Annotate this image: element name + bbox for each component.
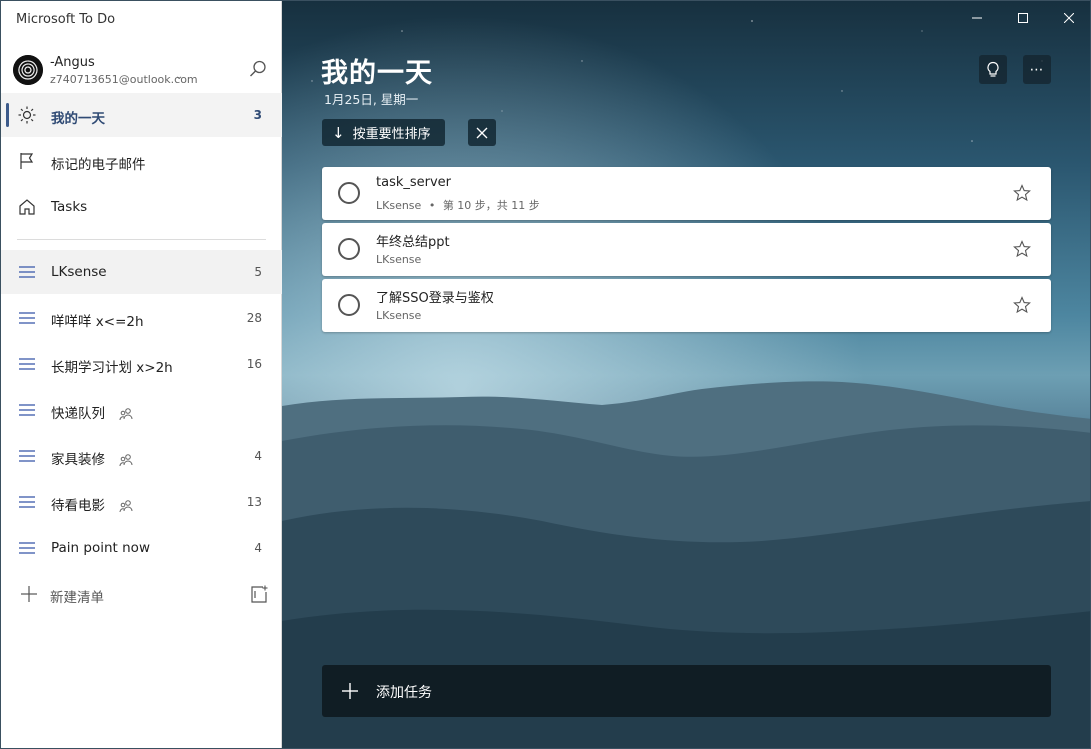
complete-checkbox[interactable] xyxy=(338,182,360,204)
ellipsis-icon: ⋯ xyxy=(1029,61,1045,78)
sidebar-divider xyxy=(17,239,266,240)
sidebar-item-label: 标记的电子邮件 xyxy=(51,157,146,173)
sidebar-item-list[interactable]: 待看电影 13 xyxy=(1,480,282,524)
sidebar-item-label: 快递队列 xyxy=(51,406,105,422)
background-image xyxy=(282,1,1090,748)
sidebar-item-list[interactable]: LKsense 5 xyxy=(1,250,282,294)
new-group-icon[interactable] xyxy=(249,584,269,604)
sidebar-item-count: 3 xyxy=(253,108,262,122)
page-title: 我的一天 xyxy=(321,58,433,89)
account-switcher[interactable]: -Angus z740713651@outlook.com ⌄ xyxy=(1,49,282,93)
task-row[interactable]: task_server LKsense • 第 10 步，共 11 步 xyxy=(322,167,1051,220)
arrow-down-icon: ↓ xyxy=(332,123,345,142)
new-list-button[interactable]: 新建清单 xyxy=(1,572,282,616)
sidebar-item-count: 4 xyxy=(254,541,262,555)
list-icon xyxy=(19,266,35,278)
plus-icon xyxy=(21,586,37,602)
task-list-name: LKsense xyxy=(376,309,422,322)
close-icon xyxy=(476,127,488,138)
star-icon[interactable] xyxy=(1013,240,1031,258)
page-date: 1月25日, 星期一 xyxy=(324,92,419,107)
flag-icon xyxy=(20,153,34,169)
task-title: 年终总结ppt xyxy=(376,235,450,250)
list-icon xyxy=(19,358,35,370)
task-list-name: LKsense xyxy=(376,253,422,266)
account-name: -Angus xyxy=(50,55,95,70)
sidebar-item-list[interactable]: 快递队列 xyxy=(1,388,282,432)
sidebar-item-count: 4 xyxy=(254,449,262,463)
sun-icon xyxy=(18,106,36,124)
sidebar-item-count: 16 xyxy=(246,357,262,371)
sidebar-item-count: 13 xyxy=(246,495,262,509)
list-icon xyxy=(19,496,35,508)
sidebar-item-my-day[interactable]: 我的一天 3 xyxy=(1,93,282,137)
window-controls xyxy=(954,1,1090,35)
minimize-button[interactable] xyxy=(954,1,1000,35)
add-task-label: 添加任务 xyxy=(376,685,432,701)
sidebar-item-flagged-email[interactable]: 标记的电子邮件 xyxy=(1,139,282,183)
chevron-down-icon: ⌄ xyxy=(175,71,184,82)
app-window: Microsoft To Do -Angus z740713651@outloo… xyxy=(0,0,1091,749)
sidebar-item-list[interactable]: 长期学习计划 x>2h 16 xyxy=(1,342,282,386)
sidebar-item-list[interactable]: Pain point now 4 xyxy=(1,526,282,570)
list-icon xyxy=(19,542,35,554)
add-task-input[interactable]: 添加任务 xyxy=(322,665,1051,717)
suggestions-button[interactable] xyxy=(979,55,1007,84)
complete-checkbox[interactable] xyxy=(338,238,360,260)
sidebar-item-count: 5 xyxy=(254,265,262,279)
search-icon[interactable] xyxy=(248,59,268,79)
shared-people-icon xyxy=(119,408,133,421)
task-row[interactable]: 了解SSO登录与鉴权 LKsense xyxy=(322,279,1051,332)
sidebar-item-label: 长期学习计划 x>2h xyxy=(51,360,173,376)
complete-checkbox[interactable] xyxy=(338,294,360,316)
task-title: task_server xyxy=(376,175,452,190)
star-icon[interactable] xyxy=(1013,296,1031,314)
plus-icon xyxy=(342,683,358,699)
sidebar-item-label: 家具装修 xyxy=(51,452,105,468)
list-icon xyxy=(19,450,35,462)
sidebar-item-count: 28 xyxy=(246,311,262,325)
task-title: 了解SSO登录与鉴权 xyxy=(376,291,494,306)
shared-people-icon xyxy=(119,500,133,513)
sidebar-item-label: Tasks xyxy=(51,199,88,215)
close-window-button[interactable] xyxy=(1046,1,1090,35)
avatar xyxy=(13,55,43,85)
sidebar-item-label: 我的一天 xyxy=(51,111,105,127)
task-row[interactable]: 年终总结ppt LKsense xyxy=(322,223,1051,276)
shared-people-icon xyxy=(119,454,133,467)
sidebar-item-list[interactable]: 家具装修 4 xyxy=(1,434,282,478)
app-title: Microsoft To Do xyxy=(16,12,116,27)
sidebar: Microsoft To Do -Angus z740713651@outloo… xyxy=(1,1,282,748)
sidebar-item-label: LKsense xyxy=(51,264,107,280)
more-options-button[interactable]: ⋯ xyxy=(1023,55,1051,84)
maximize-button[interactable] xyxy=(1000,1,1046,35)
clear-sort-button[interactable] xyxy=(468,119,496,146)
list-icon xyxy=(19,404,35,416)
sort-order-chip[interactable]: ↓ 按重要性排序 xyxy=(322,119,445,146)
lightbulb-icon xyxy=(987,61,999,77)
home-icon xyxy=(19,199,35,215)
sidebar-item-label: Pain point now xyxy=(51,540,150,556)
list-icon xyxy=(19,312,35,324)
task-list-name: LKsense xyxy=(376,199,422,212)
sort-label: 按重要性排序 xyxy=(352,127,431,142)
sidebar-item-label: 咩咩咩 x<=2h xyxy=(51,314,144,330)
new-list-label: 新建清单 xyxy=(50,590,104,606)
sidebar-item-tasks[interactable]: Tasks xyxy=(1,185,282,229)
sidebar-item-list[interactable]: 咩咩咩 x<=2h 28 xyxy=(1,296,282,340)
sidebar-item-label: 待看电影 xyxy=(51,498,105,514)
star-icon[interactable] xyxy=(1013,184,1031,202)
task-steps: 第 10 步，共 11 步 xyxy=(442,199,540,212)
main-panel: 我的一天 1月25日, 星期一 ⋯ ↓ 按重要性排序 task_server L… xyxy=(282,1,1090,748)
